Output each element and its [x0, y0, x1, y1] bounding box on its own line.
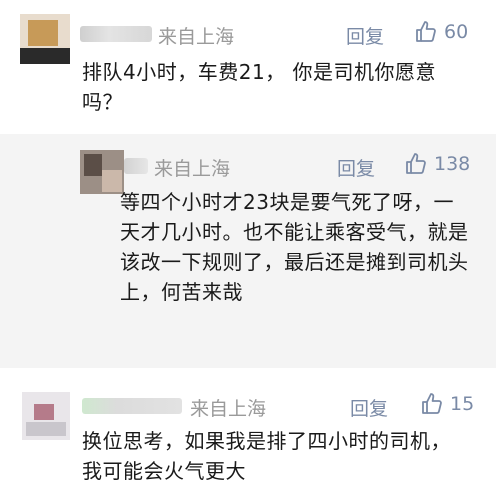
like-button[interactable]: 15: [420, 392, 474, 416]
location-label: 来自上海: [190, 398, 267, 420]
avatar[interactable]: [20, 14, 70, 64]
like-count: 138: [434, 153, 471, 175]
like-count: 60: [444, 21, 469, 43]
thumbs-up-icon: [416, 21, 436, 42]
reply-button[interactable]: 回复: [337, 154, 375, 181]
comment-item: 来自上海 回复 60 排队4小时，车费21， 你是司机你愿意吗？: [0, 0, 496, 134]
comment-text: 等四个小时才23块是要气死了呀，一天才几小时。也不能让乘客受气，就是该改一下规则…: [120, 190, 469, 304]
username-blurred[interactable]: [82, 398, 182, 414]
avatar[interactable]: [80, 150, 124, 194]
comment-text: 换位思考，如果我是排了四小时的司机，我可能会火气更大: [82, 429, 451, 483]
location-label: 来自上海: [154, 158, 231, 180]
comment-item: 来自上海 回复 138 等四个小时才23块是要气死了呀，一天才几小时。也不能让乘…: [0, 134, 496, 368]
like-button[interactable]: 60: [414, 20, 468, 44]
reply-button[interactable]: 回复: [350, 394, 388, 421]
thumbs-up-icon: [406, 153, 426, 174]
like-count: 15: [450, 393, 475, 415]
comment-text: 排队4小时，车费21， 你是司机你愿意吗？: [82, 60, 437, 114]
reply-button[interactable]: 回复: [346, 22, 384, 49]
username-blurred[interactable]: [80, 26, 152, 42]
username-blurred[interactable]: [124, 158, 148, 174]
avatar[interactable]: [22, 392, 70, 440]
thumbs-up-icon: [422, 393, 442, 414]
like-button[interactable]: 138: [404, 152, 470, 176]
comment-item: 来自上海 回复 15 换位思考，如果我是排了四小时的司机，我可能会火气更大: [0, 368, 496, 502]
location-label: 来自上海: [158, 26, 235, 48]
